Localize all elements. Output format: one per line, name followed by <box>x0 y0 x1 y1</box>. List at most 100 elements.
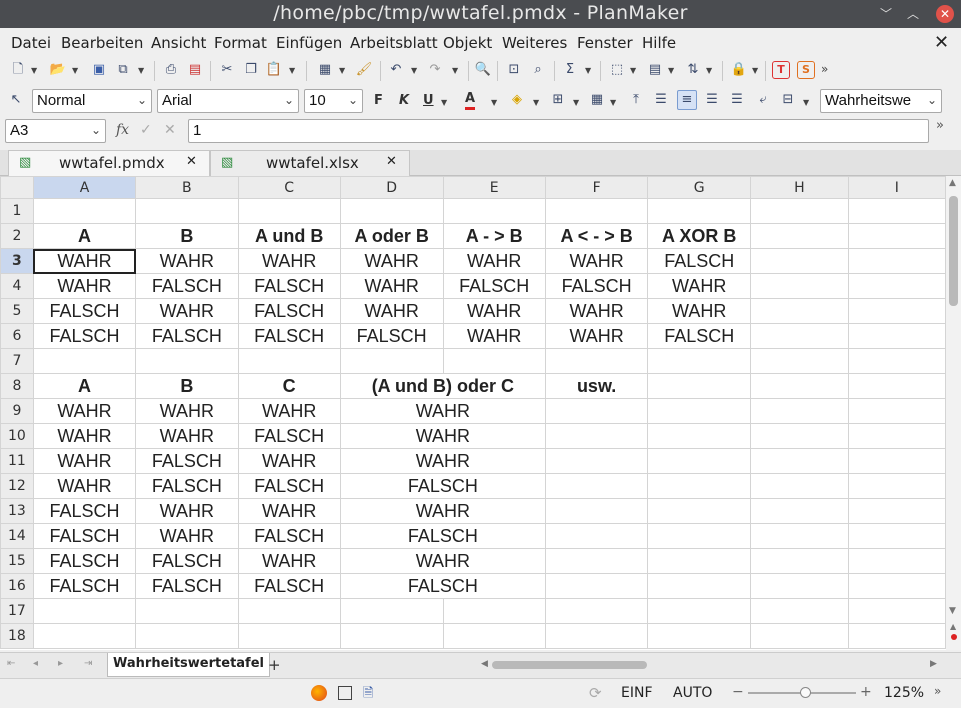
spreadsheet-grid[interactable]: ABCDEFGHI 12ABA und BA oder BA - > BA < … <box>0 176 946 650</box>
cell-f2[interactable]: A < - > B <box>544 223 649 249</box>
cell-b3[interactable]: WAHR <box>135 248 239 274</box>
row-header-16[interactable]: 16 <box>0 573 34 599</box>
cell-c4[interactable]: FALSCH <box>237 273 341 299</box>
cell-i11[interactable] <box>847 448 946 474</box>
cell-h18[interactable] <box>750 623 849 649</box>
menu-hilfe[interactable]: Hilfe <box>642 34 676 52</box>
cell-i16[interactable] <box>847 573 946 599</box>
cell-a8[interactable]: A <box>32 373 137 399</box>
menu-datei[interactable]: Datei <box>11 34 51 52</box>
cell-d8[interactable]: (A und B) oder C <box>339 373 546 399</box>
insert-mode-status[interactable]: EINF <box>621 685 653 701</box>
chevron-down-icon[interactable]: ▼ <box>72 66 78 75</box>
cell-e5[interactable]: WAHR <box>442 298 546 324</box>
chevron-down-icon[interactable]: ▼ <box>803 98 809 107</box>
row-header-11[interactable]: 11 <box>0 448 34 474</box>
cell-d14[interactable]: FALSCH <box>339 523 546 549</box>
cell-f15[interactable] <box>544 548 649 574</box>
cell-b5[interactable]: WAHR <box>135 298 239 324</box>
new-document-icon[interactable]: 🗋 <box>9 61 27 79</box>
window-close-icon[interactable]: ✕ <box>936 5 954 23</box>
frame-icon[interactable] <box>338 686 352 700</box>
cell-h12[interactable] <box>750 473 849 499</box>
cell-d15[interactable]: WAHR <box>339 548 546 574</box>
cell-c3[interactable]: WAHR <box>237 248 341 274</box>
cell-i10[interactable] <box>847 423 946 449</box>
cell-h16[interactable] <box>750 573 849 599</box>
next-sheet-icon[interactable]: ▸ <box>58 658 63 669</box>
chevron-down-icon[interactable]: ▼ <box>610 98 616 107</box>
chevron-down-icon[interactable]: ▼ <box>668 66 674 75</box>
zoom-in-icon[interactable]: + <box>860 684 872 700</box>
scroll-left-icon[interactable]: ◀ <box>481 659 488 669</box>
cell-g3[interactable]: FALSCH <box>647 248 752 274</box>
row-header-15[interactable]: 15 <box>0 548 34 574</box>
menu-einfuegen[interactable]: Einfügen <box>276 34 342 52</box>
cell-h9[interactable] <box>750 398 849 424</box>
row-header-10[interactable]: 10 <box>0 423 34 449</box>
cell-c11[interactable]: WAHR <box>237 448 341 474</box>
open-folder-icon[interactable]: 📂 <box>49 61 67 79</box>
row-header-6[interactable]: 6 <box>0 323 34 349</box>
cell-h17[interactable] <box>750 598 849 624</box>
confirm-icon[interactable]: ✓ <box>140 122 152 138</box>
cell-f7[interactable] <box>544 348 649 374</box>
refresh-icon[interactable]: ⟳ <box>589 684 602 702</box>
style-name-select[interactable]: Wahrheitswe ⌄ <box>820 89 942 113</box>
cell-h5[interactable] <box>750 298 849 324</box>
cell-a1[interactable] <box>32 198 137 224</box>
cell-i14[interactable] <box>847 523 946 549</box>
cell-d16[interactable]: FALSCH <box>339 573 546 599</box>
cell-f5[interactable]: WAHR <box>544 298 649 324</box>
cell-g16[interactable] <box>647 573 752 599</box>
chevron-down-icon[interactable]: ▼ <box>573 98 579 107</box>
cell-f18[interactable] <box>544 623 649 649</box>
column-header-d[interactable]: D <box>339 176 444 199</box>
doc-tab-pmdx[interactable]: ▧ wwtafel.pmdx ✕ <box>8 150 210 176</box>
protect-icon[interactable]: 🔒 <box>730 61 748 79</box>
cell-e3[interactable]: WAHR <box>442 248 546 274</box>
merge-cells-icon[interactable]: ⊟ <box>779 91 797 109</box>
cell-a6[interactable]: FALSCH <box>32 323 137 349</box>
cell-g14[interactable] <box>647 523 752 549</box>
cell-f11[interactable] <box>544 448 649 474</box>
formula-input[interactable]: 1 <box>188 119 929 143</box>
add-sheet-button[interactable]: + <box>268 656 281 674</box>
cell-g5[interactable]: WAHR <box>647 298 752 324</box>
table-icon[interactable]: ▦ <box>316 61 334 79</box>
borders-icon[interactable]: ⊞ <box>549 91 567 109</box>
cell-b8[interactable]: B <box>135 373 239 399</box>
print-icon[interactable]: ⎙ <box>162 61 180 79</box>
chevron-down-icon[interactable]: ▼ <box>585 66 591 75</box>
cell-h3[interactable] <box>750 248 849 274</box>
chevron-down-icon[interactable]: ▼ <box>452 66 458 75</box>
cell-c2[interactable]: A und B <box>237 223 341 249</box>
cell-f13[interactable] <box>544 498 649 524</box>
cell-f6[interactable]: WAHR <box>544 323 649 349</box>
cell-c15[interactable]: WAHR <box>237 548 341 574</box>
copy-icon[interactable]: ❐ <box>242 61 260 79</box>
maximize-icon[interactable]: ︿ <box>905 6 921 22</box>
cell-g7[interactable] <box>647 348 752 374</box>
cell-g17[interactable] <box>647 598 752 624</box>
scroll-up-icon[interactable]: ▲ <box>949 178 956 188</box>
filter-icon[interactable]: ▤ <box>646 61 664 79</box>
cell-g2[interactable]: A XOR B <box>647 223 752 249</box>
cell-c1[interactable] <box>237 198 341 224</box>
wrap-text-icon[interactable]: ⤶ <box>754 91 772 109</box>
cell-h6[interactable] <box>750 323 849 349</box>
chevron-down-icon[interactable]: ▼ <box>441 98 447 107</box>
cell-g8[interactable] <box>647 373 752 399</box>
cell-i4[interactable] <box>847 273 946 299</box>
more-icon[interactable]: » <box>821 62 828 76</box>
horizontal-scrollbar-thumb[interactable] <box>492 661 647 669</box>
chevron-down-icon[interactable]: ▼ <box>706 66 712 75</box>
cell-b12[interactable]: FALSCH <box>135 473 239 499</box>
column-header-g[interactable]: G <box>647 176 752 199</box>
cell-g6[interactable]: FALSCH <box>647 323 752 349</box>
doc-tab-xlsx[interactable]: ▧ wwtafel.xlsx ✕ <box>210 150 410 176</box>
row-header-18[interactable]: 18 <box>0 623 34 649</box>
scrollbar-thumb[interactable] <box>949 196 958 306</box>
cell-b1[interactable] <box>135 198 239 224</box>
minimize-icon[interactable]: ﹀ <box>878 6 894 22</box>
